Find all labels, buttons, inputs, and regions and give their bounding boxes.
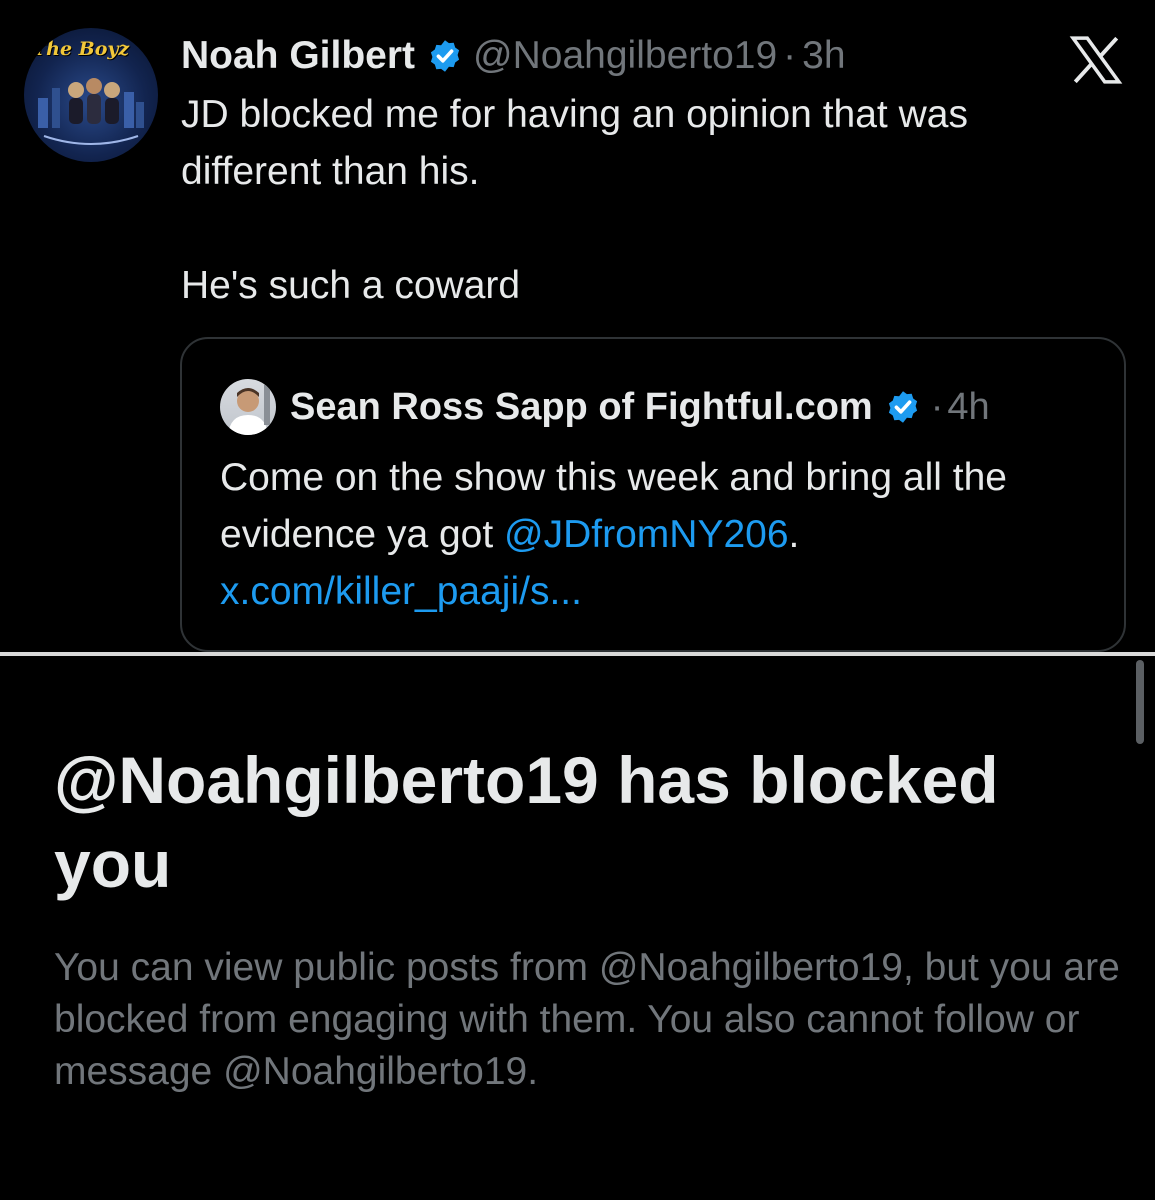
url-link[interactable]: x.com/killer_paaji/s... <box>220 570 582 613</box>
blocked-notice-title: @Noahgilberto19 has blocked you <box>54 743 999 901</box>
x-logo-icon[interactable] <box>1068 36 1124 84</box>
header-separator: · <box>783 34 797 77</box>
tweet-time[interactable]: 3h <box>802 34 845 78</box>
quoted-tweet[interactable]: Sean Ross Sapp of Fightful.com · 4h Come… <box>180 337 1126 652</box>
tweet-header: Noah Gilbert @Noahgilberto19 · 3h <box>181 28 846 84</box>
tweet[interactable]: The Boyz Noah Gilbert @Noahgilberto19 · … <box>0 0 1155 652</box>
mention-link[interactable]: @JDfromNY206 <box>504 513 789 556</box>
tweet-text: JD blocked me for having an opinion that… <box>181 86 1101 314</box>
screenshot-divider <box>0 652 1155 656</box>
verified-badge-icon <box>888 391 917 423</box>
author-avatar[interactable]: The Boyz <box>24 28 158 162</box>
quoted-author-name[interactable]: Sean Ross Sapp of Fightful.com <box>290 386 873 429</box>
quoted-avatar-art <box>228 385 270 435</box>
tweet-text-line: He's such a coward <box>181 264 521 307</box>
quoted-author-avatar[interactable] <box>220 379 276 435</box>
quoted-text: Come on the show this week and bring all… <box>220 449 1100 620</box>
avatar-art <box>38 78 144 145</box>
tweet-text-line: JD blocked me for having an opinion that… <box>181 93 968 193</box>
quoted-header: Sean Ross Sapp of Fightful.com · 4h <box>290 377 990 437</box>
author-name[interactable]: Noah Gilbert <box>181 34 415 78</box>
scrollbar[interactable] <box>1136 660 1144 744</box>
blocked-notice-description: You can view public posts from @Noahgilb… <box>54 946 1120 1093</box>
verified-badge-icon <box>430 40 460 72</box>
quoted-time[interactable]: 4h <box>947 386 989 429</box>
author-handle[interactable]: @Noahgilberto19 <box>473 34 777 78</box>
quoted-text-punctuation: . <box>788 513 800 556</box>
quoted-separator: · <box>930 385 944 428</box>
